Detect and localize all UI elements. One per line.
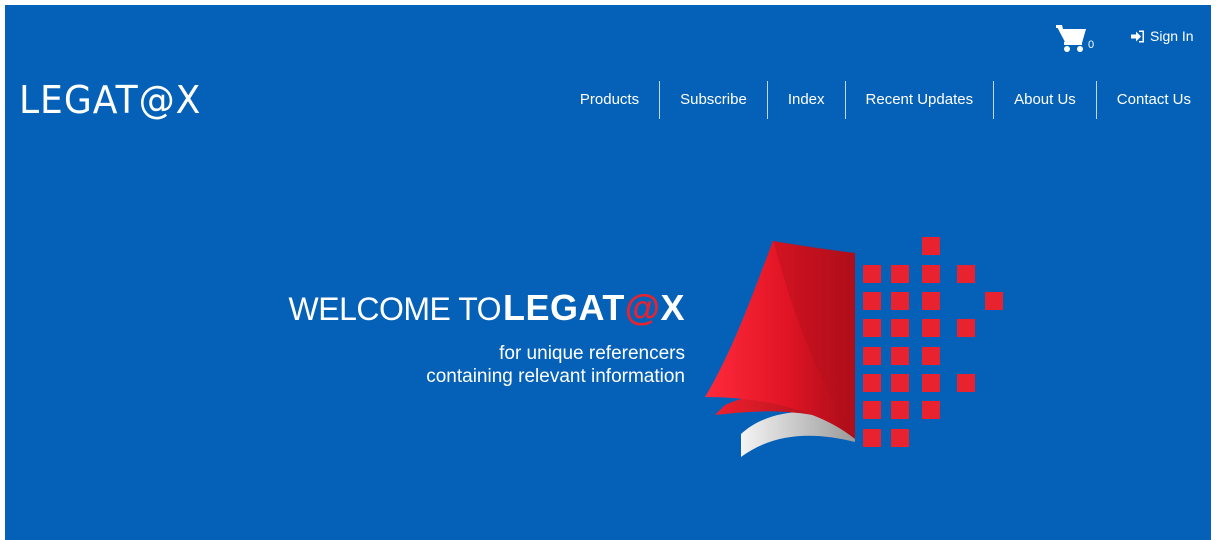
- tagline-line-1: for unique referencers: [499, 343, 685, 364]
- sign-in-icon: [1131, 30, 1144, 42]
- cart-icon: [1056, 25, 1086, 52]
- hero-tagline: for unique referencers containing releva…: [426, 342, 685, 388]
- tagline-line-2: containing relevant information: [426, 366, 685, 387]
- red-book-pixel-graphic: [705, 237, 1003, 457]
- sign-in-label: Sign In: [1150, 28, 1194, 44]
- nav-about-us[interactable]: About Us: [993, 81, 1096, 119]
- pixel-squares: [863, 237, 1003, 447]
- hero-heading: WELCOME TO LEGAT@X: [289, 287, 685, 329]
- page-frame: 0 Sign In LEGAT@X Products Subscribe Ind…: [5, 5, 1211, 540]
- hero-brand-pre: LEGAT: [503, 287, 625, 328]
- hero-welcome: WELCOME TO: [288, 291, 502, 327]
- nav-index[interactable]: Index: [766, 81, 845, 119]
- nav-contact-us[interactable]: Contact Us: [1095, 81, 1211, 119]
- nav-recent-updates[interactable]: Recent Updates: [844, 81, 994, 119]
- sign-in-link[interactable]: Sign In: [1131, 26, 1194, 46]
- cart-button[interactable]: 0: [1055, 23, 1097, 57]
- nav-subscribe[interactable]: Subscribe: [659, 81, 767, 119]
- hero-brand-post: X: [660, 287, 685, 328]
- cart-count: 0: [1088, 39, 1095, 51]
- main-nav: Products Subscribe Index Recent Updates …: [560, 81, 1211, 119]
- nav-products[interactable]: Products: [560, 81, 659, 119]
- hero-brand-at: @: [624, 287, 661, 328]
- logo-text: LEGAT@X: [19, 78, 202, 122]
- hero-brand: LEGAT@X: [503, 287, 685, 329]
- site-logo[interactable]: LEGAT@X: [19, 77, 211, 123]
